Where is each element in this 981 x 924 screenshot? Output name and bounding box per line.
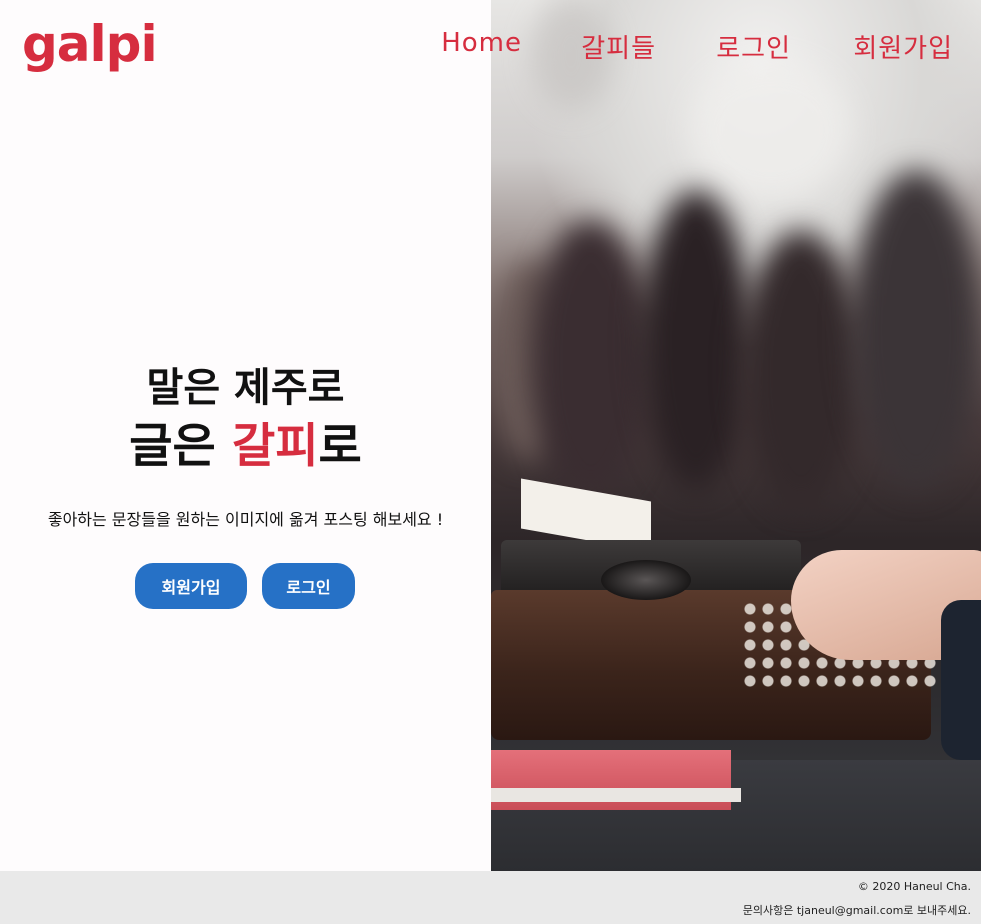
logo[interactable]: galpi: [22, 14, 158, 74]
hero-photo-typewriter: [491, 0, 981, 871]
footer: © 2020 Haneul Cha. 문의사항은 tjaneul@gmail.c…: [0, 871, 981, 924]
signup-button[interactable]: 회원가입: [135, 563, 247, 609]
footer-copyright: © 2020 Haneul Cha.: [857, 880, 971, 893]
hero-line2-prefix: 글은: [129, 419, 233, 474]
hero-line2-accent: 갈피: [232, 419, 319, 474]
nav-login[interactable]: 로그인: [716, 28, 791, 65]
hero-title-line2: 글은 갈피로: [0, 416, 491, 478]
hero-buttons: 회원가입 로그인: [0, 563, 491, 609]
hero-section: 말은 제주로 글은 갈피로 좋아하는 문장들을 원하는 이미지에 옮겨 포스팅 …: [0, 360, 491, 530]
hero-line2-suffix: 로: [318, 419, 362, 474]
login-button[interactable]: 로그인: [262, 563, 355, 609]
footer-contact: 문의사항은 tjaneul@gmail.com로 보내주세요.: [742, 904, 971, 917]
hero-subtitle: 좋아하는 문장들을 원하는 이미지에 옮겨 포스팅 해보세요 !: [47, 510, 444, 529]
nav-galpi-list[interactable]: 갈피들: [581, 28, 656, 65]
hero-title-line1: 말은 제주로: [146, 365, 345, 411]
nav-signup[interactable]: 회원가입: [853, 28, 953, 65]
nav-home[interactable]: Home: [441, 28, 522, 58]
page: galpi Home 갈피들 로그인 회원가입 말은 제주로 글은 갈피로 좋아…: [0, 0, 981, 924]
